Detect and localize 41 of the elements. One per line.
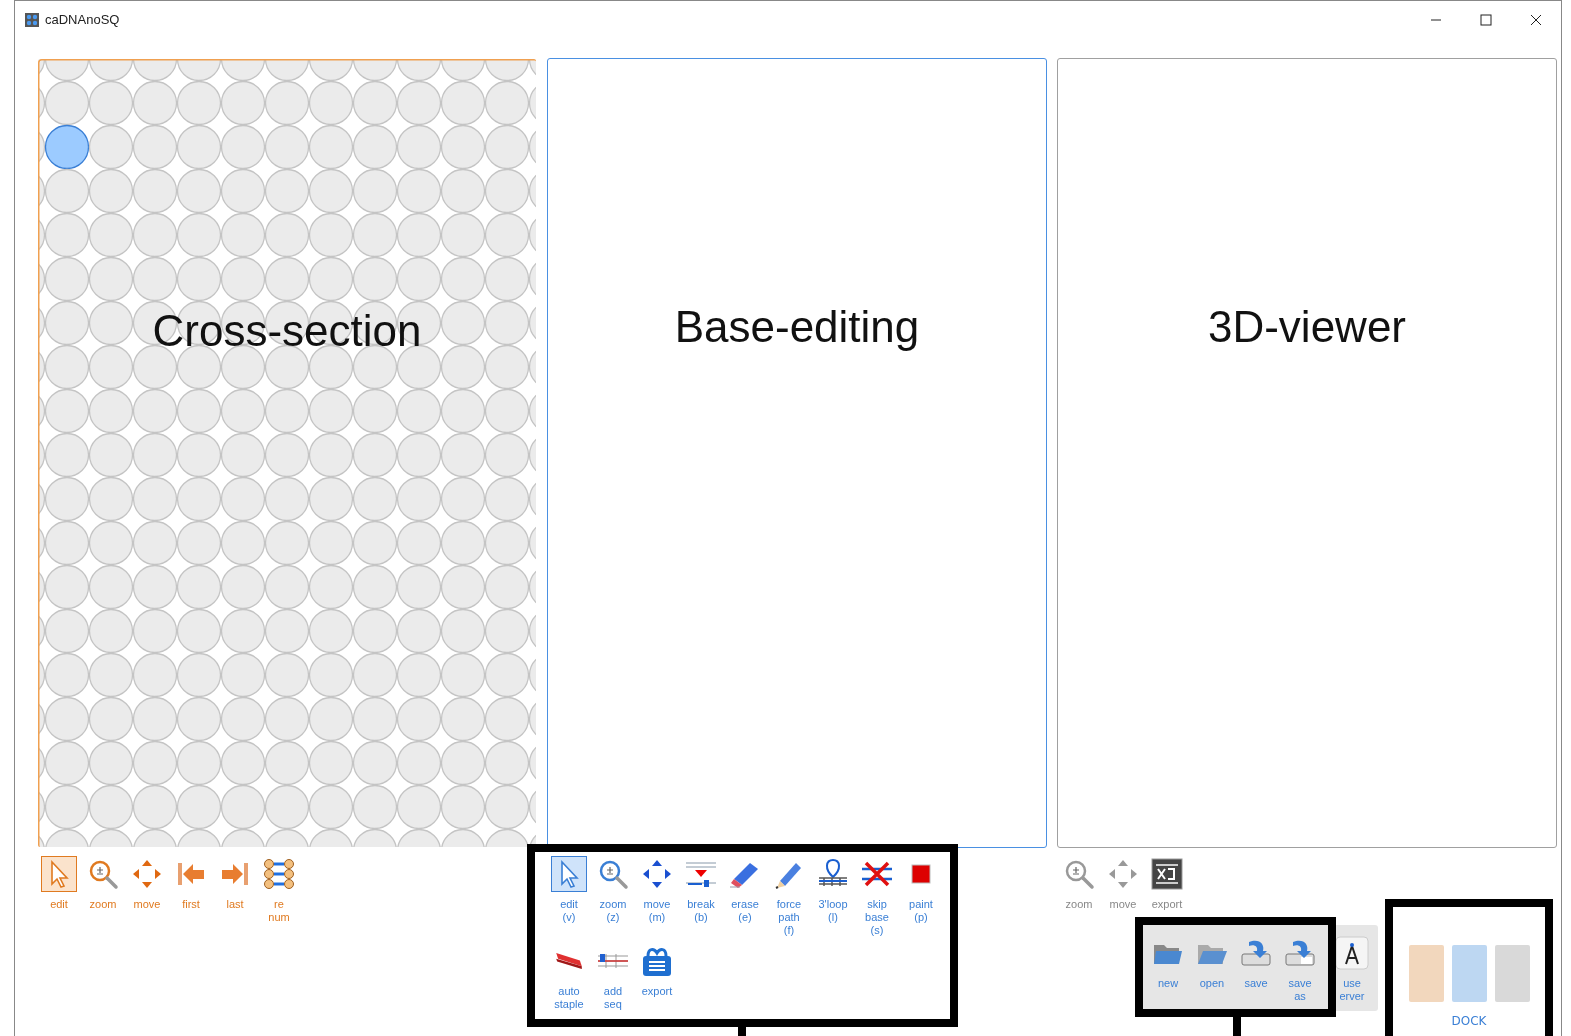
tool-button[interactable]: first <box>169 856 213 924</box>
tool-button[interactable]: paint (p) <box>899 856 943 937</box>
tool-button[interactable]: re num <box>257 856 301 924</box>
tool-button[interactable]: save <box>1234 935 1278 1003</box>
numbered-dots-icon <box>262 857 296 891</box>
dock-label: DOCK <box>1451 1014 1487 1028</box>
tool-button[interactable]: zoom (z) <box>591 856 635 937</box>
tool-button[interactable]: add seq <box>591 943 635 1011</box>
tool-button[interactable]: edit (v) <box>547 856 591 937</box>
tool-button[interactable]: 3'loop (l) <box>811 856 855 937</box>
close-icon <box>1530 13 1542 26</box>
callout-stem <box>1233 1015 1241 1036</box>
tool-button[interactable]: export <box>1145 856 1189 911</box>
tool-button[interactable]: new <box>1146 935 1190 1003</box>
tool-button[interactable]: move <box>125 856 169 924</box>
tool-button[interactable]: export <box>635 943 679 1011</box>
panel-label: 3D-viewer <box>1207 301 1406 353</box>
tool-button[interactable]: auto staple <box>547 943 591 1011</box>
tool-button[interactable]: zoom <box>1057 856 1101 911</box>
dock-swatch[interactable] <box>1494 945 1530 1002</box>
window-title: caDNAnoSQ <box>45 12 120 27</box>
dock-swatch[interactable] <box>1408 945 1444 1002</box>
dock-swatch[interactable] <box>1451 945 1487 1002</box>
tool-button[interactable]: last <box>213 856 257 924</box>
tool-button[interactable]: zoom <box>81 856 125 924</box>
tool-button[interactable]: save as <box>1278 935 1322 1003</box>
tool-button[interactable]: edit <box>37 856 81 924</box>
tool-button[interactable]: move <box>1101 856 1145 911</box>
tool-button[interactable]: move (m) <box>635 856 679 937</box>
app-icon <box>25 12 39 27</box>
tool-button[interactable]: use erver <box>1330 935 1374 1003</box>
tool-button[interactable]: open <box>1190 935 1234 1003</box>
panel-label: Base-editing <box>674 301 920 353</box>
panel-label: Cross-section <box>152 305 422 357</box>
tool-button[interactable]: break (b) <box>679 856 723 937</box>
tool-button[interactable]: skip base (s) <box>855 856 899 937</box>
callout-stem <box>738 1025 746 1036</box>
maximize-icon <box>1480 13 1492 26</box>
tool-button[interactable]: force path (f) <box>767 856 811 937</box>
antenna-icon <box>1335 936 1369 970</box>
tool-button[interactable]: erase (e) <box>723 856 767 937</box>
